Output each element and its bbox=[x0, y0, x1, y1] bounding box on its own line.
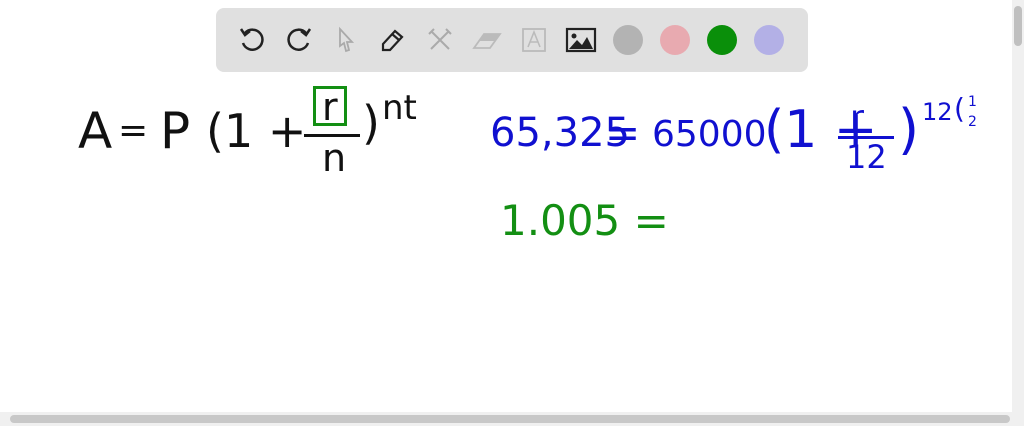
image-icon[interactable] bbox=[559, 18, 603, 62]
eq3: 1.005 = bbox=[500, 196, 669, 245]
color-swatch[interactable] bbox=[660, 25, 690, 55]
formula-open: (1 + bbox=[206, 104, 307, 158]
tools-icon[interactable] bbox=[418, 18, 462, 62]
color-swatch[interactable] bbox=[754, 25, 784, 55]
color-green[interactable] bbox=[700, 18, 744, 62]
pen-icon[interactable] bbox=[371, 18, 415, 62]
color-gray[interactable] bbox=[606, 18, 650, 62]
redo-icon[interactable] bbox=[277, 18, 321, 62]
color-swatch[interactable] bbox=[613, 25, 643, 55]
formula-denominator: n bbox=[322, 136, 347, 180]
formula-exponent: nt bbox=[382, 88, 417, 128]
eq2-denominator: 12 bbox=[846, 138, 887, 176]
eq2-exp-num: 1 bbox=[968, 94, 977, 110]
formula-lhs: A bbox=[78, 102, 113, 160]
text-icon[interactable] bbox=[512, 18, 556, 62]
eq2-exp-den: 2 bbox=[968, 114, 977, 130]
scroll-thumb[interactable] bbox=[1014, 6, 1022, 46]
eq2-principal: 65000 bbox=[652, 114, 767, 155]
eq2-close: ) bbox=[898, 98, 920, 161]
formula-p: P bbox=[160, 102, 191, 160]
eq2-eq: = bbox=[605, 108, 641, 157]
exp-paren: ( bbox=[954, 92, 965, 125]
color-pink[interactable] bbox=[653, 18, 697, 62]
vertical-scrollbar[interactable] bbox=[1012, 0, 1024, 412]
eq2-numerator: r bbox=[850, 98, 864, 138]
eq2-exponent: 12 bbox=[922, 98, 953, 126]
undo-icon[interactable] bbox=[230, 18, 274, 62]
toolbar bbox=[216, 8, 808, 72]
scroll-thumb[interactable] bbox=[10, 415, 1010, 423]
formula-eq: = bbox=[118, 110, 149, 151]
select-icon[interactable] bbox=[324, 18, 368, 62]
formula-numerator: r bbox=[313, 86, 347, 126]
horizontal-scrollbar[interactable] bbox=[0, 412, 1024, 426]
eraser-icon[interactable] bbox=[465, 18, 509, 62]
formula-close: ) bbox=[362, 96, 380, 150]
color-swatch[interactable] bbox=[707, 25, 737, 55]
color-lavender[interactable] bbox=[747, 18, 791, 62]
